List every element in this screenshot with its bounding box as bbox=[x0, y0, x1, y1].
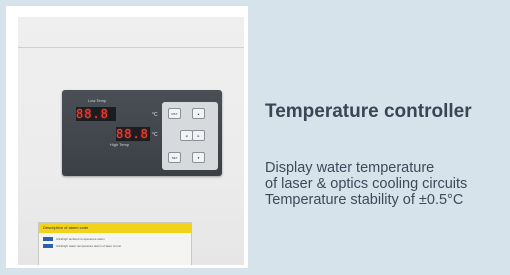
bottom-unit-label: °C bbox=[152, 132, 158, 138]
product-photo-frame: Low Temp 88.8 °C 88.8 °C High Temp RST ▲… bbox=[6, 6, 248, 268]
top-unit-label: °C bbox=[152, 112, 158, 118]
high-temp-label: High Temp bbox=[110, 142, 130, 147]
panel-seam bbox=[18, 47, 244, 48]
sticker-heading: Description of alarm code bbox=[43, 225, 89, 230]
down-arrow-key: ▼ bbox=[192, 152, 205, 163]
model-number: T-607 bbox=[194, 164, 202, 168]
sticker-row: Ultrahigh ambient temperature alarm bbox=[43, 237, 105, 241]
sticker-row: Ultrahigh water temperature alarm of las… bbox=[43, 244, 121, 248]
controller-keypad: RST ▲ ◄ ► SET ▼ bbox=[162, 102, 218, 170]
temperature-controller-unit: Low Temp 88.8 °C 88.8 °C High Temp RST ▲… bbox=[62, 90, 222, 176]
feature-description: Display water temperature of laser & opt… bbox=[265, 160, 467, 208]
alarm-code-sticker: Description of alarm code Ultrahigh ambi… bbox=[38, 222, 192, 265]
alarm-code-chip bbox=[43, 244, 53, 248]
description-line: Temperature stability of ±0.5°C bbox=[265, 192, 464, 208]
low-temp-display: 88.8 bbox=[76, 107, 116, 121]
alarm-code-chip bbox=[43, 237, 53, 241]
description-line: of laser & optics cooling circuits bbox=[265, 176, 468, 192]
sticker-row-text: Ultrahigh water temperature alarm of las… bbox=[56, 244, 121, 248]
sticker-row-text: Ultrahigh ambient temperature alarm bbox=[56, 237, 105, 241]
rst-key: RST bbox=[168, 108, 181, 119]
up-arrow-key: ▲ bbox=[192, 108, 205, 119]
high-temp-display: 88.8 bbox=[116, 127, 150, 141]
description-line: Display water temperature bbox=[265, 160, 435, 176]
low-temp-label: Low Temp bbox=[88, 98, 107, 103]
product-photo: Low Temp 88.8 °C 88.8 °C High Temp RST ▲… bbox=[18, 17, 244, 265]
set-key: SET bbox=[168, 152, 181, 163]
section-title: Temperature controller bbox=[265, 101, 472, 122]
right-arrow-key: ► bbox=[192, 130, 205, 141]
